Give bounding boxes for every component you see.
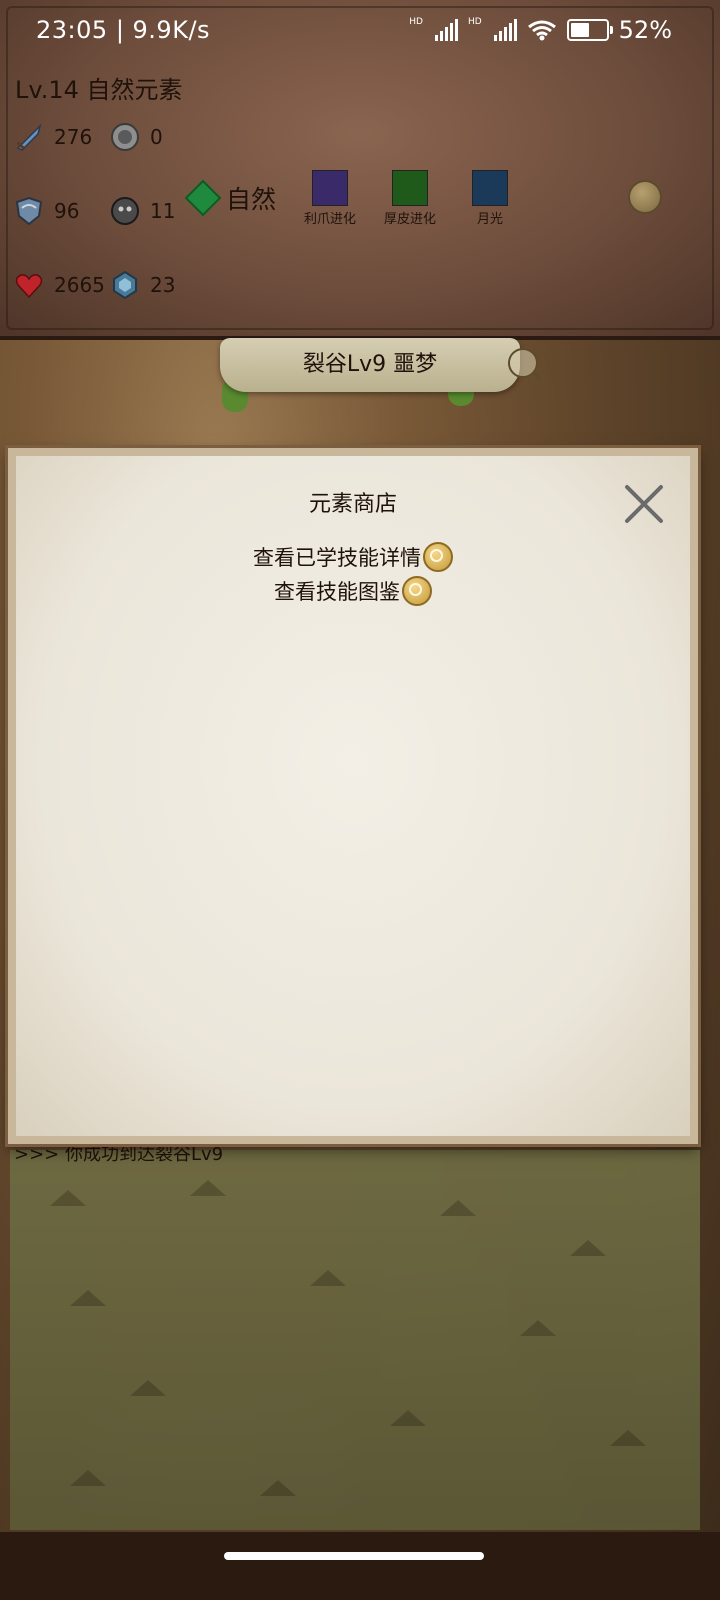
element-name: 自然 (226, 185, 277, 214)
magnifier-icon (423, 542, 453, 572)
defense-value: 96 (54, 199, 80, 223)
dialog-title: 元素商店 (308, 492, 397, 517)
skill-thick-skin[interactable]: 厚皮进化 (370, 170, 450, 227)
home-indicator[interactable] (224, 1552, 484, 1560)
element-indicator: 自然 (184, 179, 277, 217)
shield-icon (15, 196, 43, 226)
skill-label: 月光 (476, 212, 503, 227)
wifi-icon (527, 20, 556, 41)
view-skill-codex-link[interactable]: 查看技能图鉴 (16, 576, 690, 606)
defense-stat: 96 (14, 196, 79, 226)
inspect-button[interactable] (628, 180, 662, 214)
skull-token-icon (111, 197, 139, 225)
close-button[interactable] (622, 482, 666, 526)
sword-icon (16, 123, 42, 151)
skull-value: 11 (150, 199, 176, 223)
area-search-icon[interactable] (508, 348, 538, 378)
coin-icon (111, 123, 139, 151)
thick-skin-skill-icon (392, 170, 428, 206)
crystal-icon (113, 270, 137, 300)
skill-label: 利爪进化 (303, 212, 356, 227)
nature-gem-icon (184, 179, 222, 217)
signal-icon (434, 19, 458, 41)
bottom-frame (0, 1532, 720, 1600)
attack-stat: 276 (14, 122, 92, 152)
signal-icon-2 (493, 19, 517, 41)
coin-value: 0 (150, 125, 163, 149)
battery-icon (566, 19, 613, 41)
view-learned-skills-link[interactable]: 查看已学技能详情 (16, 542, 690, 572)
magnifier-icon (402, 576, 432, 606)
view-skill-codex-label: 查看技能图鉴 (274, 580, 400, 604)
hd-label-1: HD (409, 17, 423, 27)
crystal-stat: 23 (110, 270, 175, 300)
coin-stat: 0 (110, 122, 163, 152)
heart-icon (15, 274, 43, 299)
player-level-title: Lv.14 自然元素 (15, 76, 183, 104)
hp-value: 2665 (54, 273, 105, 297)
area-banner: 裂谷Lv9 噩梦 (220, 338, 520, 392)
view-learned-skills-label: 查看已学技能详情 (253, 546, 421, 570)
moonlight-skill-icon (472, 170, 508, 206)
skull-stat: 11 (110, 196, 175, 226)
attack-value: 276 (54, 125, 93, 149)
battery-percent: 52% (618, 16, 672, 44)
hp-stat: 2665 (14, 270, 105, 300)
player-stats-panel: 23:05 | 9.9K/s HD HD 52% Lv.14 自然元素 276 (0, 0, 720, 340)
skill-moonlight[interactable]: 月光 (450, 170, 530, 227)
crystal-value: 23 (150, 273, 176, 297)
skill-label: 厚皮进化 (383, 212, 436, 227)
element-shop-dialog: 元素商店 查看已学技能详情 查看技能图鉴 (8, 448, 698, 1144)
clock: 23:05 (36, 16, 108, 44)
skill-claw[interactable]: 利爪进化 (290, 170, 370, 227)
claw-skill-icon (312, 170, 348, 206)
hd-label-2: HD (467, 17, 482, 27)
network-speed: 9.9K/s (132, 16, 211, 44)
status-bar: 23:05 | 9.9K/s HD HD 52% (36, 16, 672, 44)
world-map (10, 1150, 700, 1530)
